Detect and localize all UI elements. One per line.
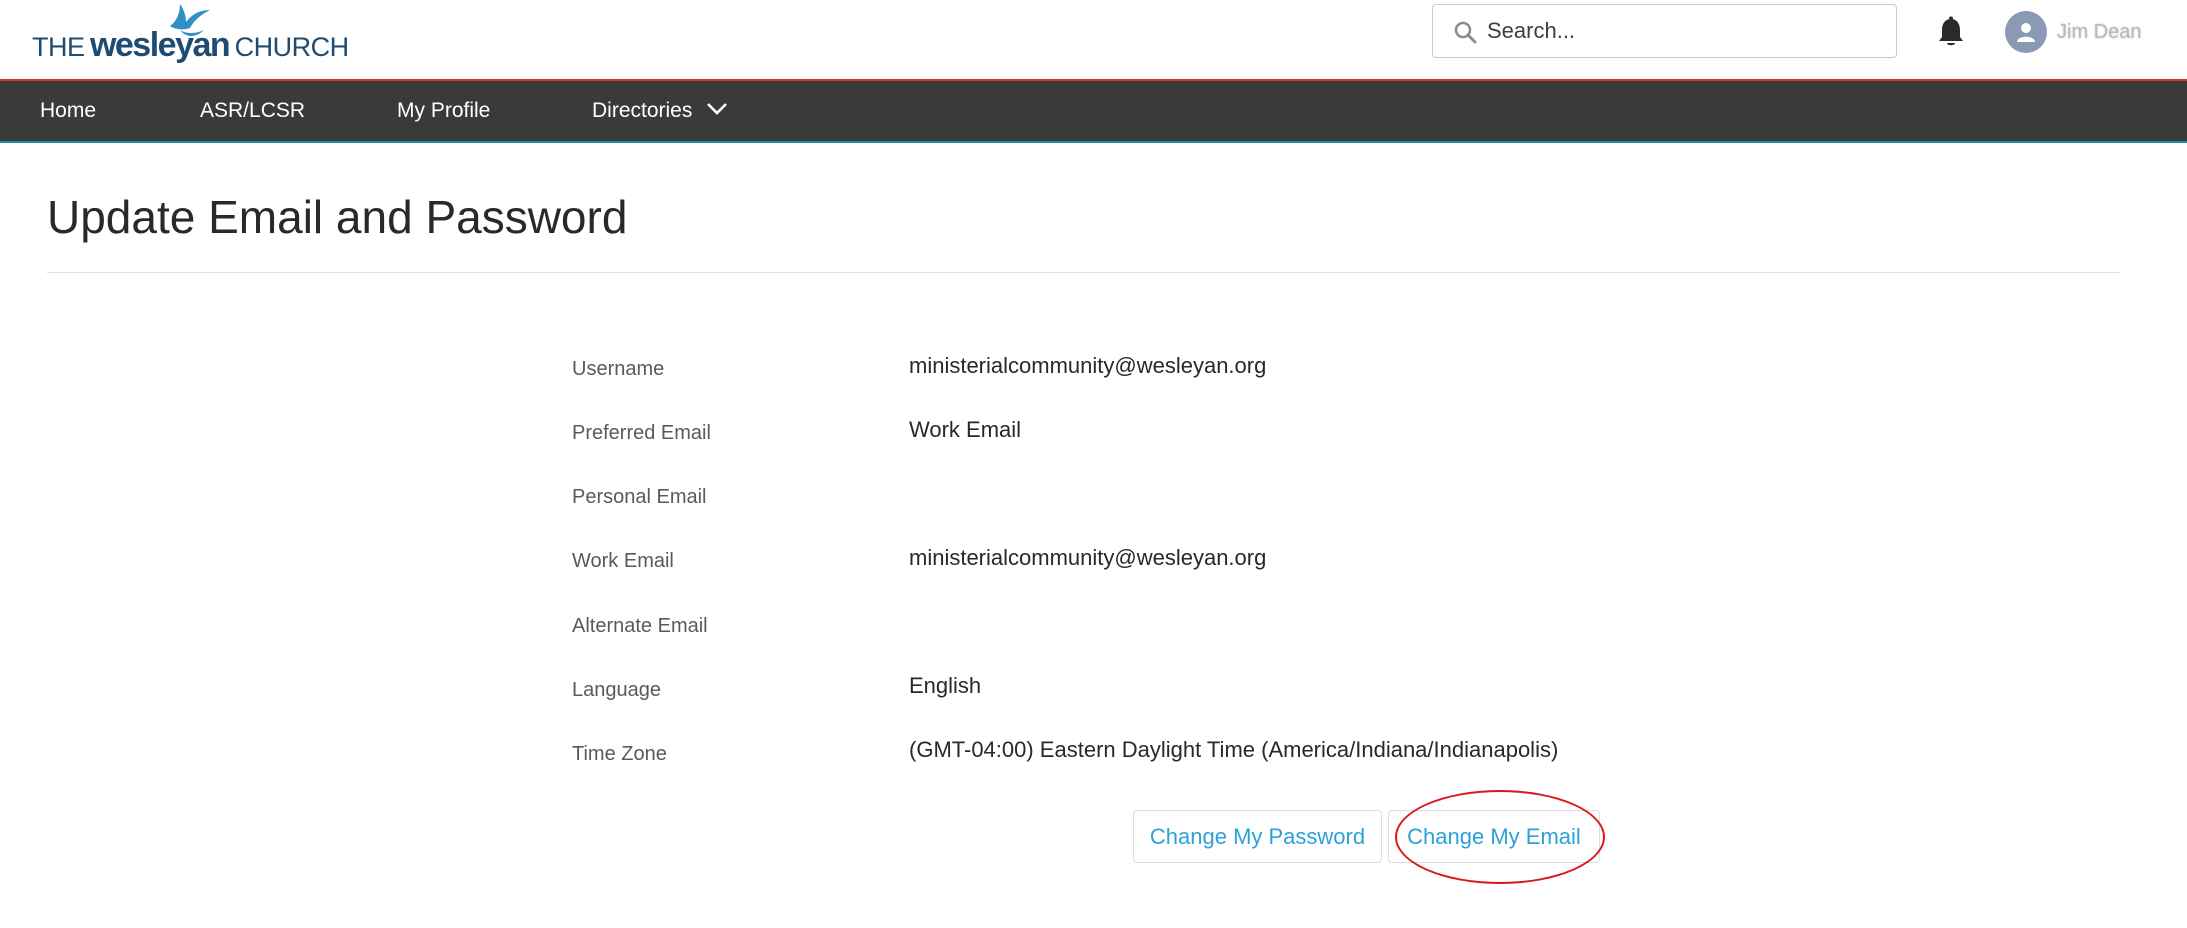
title-divider [47,272,2120,273]
nav-item-my-profile[interactable]: My Profile [397,81,490,141]
user-menu[interactable]: Jim Dean [2005,10,2141,54]
user-name: Jim Dean [2057,20,2142,43]
search-icon [1454,21,1477,44]
field-label: Work Email [572,550,674,572]
logo-the: THE [32,32,85,62]
user-avatar-icon [2005,11,2047,53]
page-title: Update Email and Password [47,191,628,243]
nav-item-directories-label: Directories [592,99,693,122]
logo-wordmark: THE wesleyan CHURCH [32,28,349,62]
field-label: Time Zone [572,743,667,765]
field-label: Alternate Email [572,615,708,637]
nav-item-asr-lcsr[interactable]: ASR/LCSR [200,81,305,141]
search-input[interactable] [1487,13,1877,49]
header: THE wesleyan CHURCH Jim Dean [0,0,2187,79]
field-label: Personal Email [572,486,707,508]
logo-church: CHURCH [234,32,350,62]
wesleyan-church-logo[interactable]: THE wesleyan CHURCH [32,0,349,70]
field-label: Language [572,679,661,701]
field-value: English [909,673,982,698]
search-box[interactable] [1432,4,1897,58]
bell-icon[interactable] [1936,16,1966,48]
logo-wesleyan: wesleyan [89,26,231,64]
field-label: Username [572,358,665,380]
field-label: Preferred Email [572,422,711,444]
change-password-button[interactable]: Change My Password [1133,810,1382,863]
nav-item-home[interactable]: Home [40,81,96,141]
chevron-down-icon [707,103,728,116]
field-value: ministerialcommunity@wesleyan.org [909,353,1267,378]
field-value: (GMT-04:00) Eastern Daylight Time (Ameri… [909,737,1559,762]
main-nav: Home ASR/LCSR My Profile Directories [0,79,2187,143]
nav-item-directories[interactable]: Directories [592,81,728,141]
field-value: ministerialcommunity@wesleyan.org [909,545,1267,570]
change-email-button[interactable]: Change My Email [1388,810,1600,863]
field-value: Work Email [909,417,1022,442]
